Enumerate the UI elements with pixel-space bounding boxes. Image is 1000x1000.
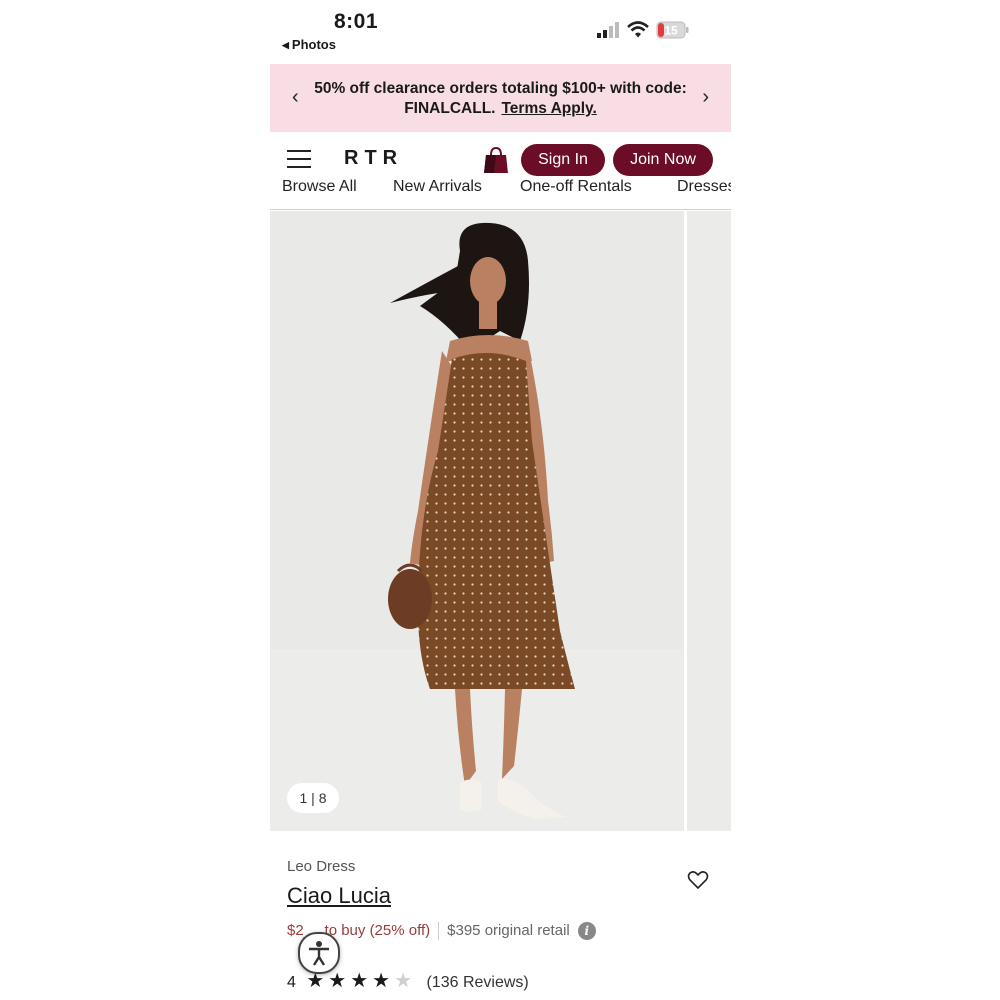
original-retail-price: $395 original retail	[447, 922, 570, 939]
join-now-button[interactable]: Join Now	[613, 144, 713, 176]
price-divider	[438, 922, 440, 941]
battery-icon: 15	[656, 21, 689, 39]
wifi-icon	[627, 21, 649, 38]
hamburger-icon[interactable]	[287, 150, 311, 168]
reviews-count[interactable]: (136 Reviews)	[426, 974, 528, 991]
shopping-bag-icon[interactable]	[482, 145, 510, 175]
nav-one-off-rentals[interactable]: One-off Rentals	[520, 178, 632, 196]
chevron-right-icon[interactable]: ›	[702, 86, 709, 109]
product-brand: Leo Dress	[287, 858, 356, 875]
promo-text: 50% off clearance orders totaling $100+ …	[310, 79, 691, 119]
product-photo	[388, 222, 575, 819]
terms-link[interactable]: Terms Apply.	[501, 100, 596, 117]
star-empty-icon: ★	[394, 970, 417, 992]
product-image-gallery[interactable]: 1 | 8	[270, 211, 731, 831]
status-time: 8:01	[334, 10, 379, 33]
rtr-logo[interactable]: RTR	[344, 147, 403, 170]
next-image-peek[interactable]	[684, 211, 731, 831]
nav-new-arrivals[interactable]: New Arrivals	[393, 178, 482, 196]
heart-icon[interactable]	[687, 870, 709, 890]
phone-screen: 8:01 ◀ Photos 15 ‹ 50% off clearance orde…	[270, 0, 731, 1000]
nav-dresses[interactable]: Dresses	[677, 178, 731, 196]
back-to-photos[interactable]: ◀ Photos	[282, 37, 336, 52]
category-nav: Browse All New Arrivals One-off Rentals …	[270, 176, 731, 210]
back-app-label: Photos	[291, 37, 336, 52]
accessibility-icon[interactable]	[298, 932, 340, 974]
back-triangle-icon: ◀	[282, 40, 289, 50]
battery-level: 15	[664, 24, 678, 38]
signal-icon	[597, 22, 619, 38]
rating-value: 4	[287, 974, 296, 991]
info-icon[interactable]: i	[577, 922, 596, 940]
chevron-left-icon[interactable]: ‹	[292, 86, 299, 109]
sign-in-button[interactable]: Sign In	[521, 144, 605, 176]
nav-browse-all[interactable]: Browse All	[282, 178, 357, 196]
image-counter: 1 | 8	[287, 783, 339, 813]
promo-banner: ‹ 50% off clearance orders totaling $100…	[270, 64, 731, 132]
status-bar: 8:01 ◀ Photos 15	[270, 0, 731, 60]
product-name[interactable]: Ciao Lucia	[287, 883, 391, 909]
